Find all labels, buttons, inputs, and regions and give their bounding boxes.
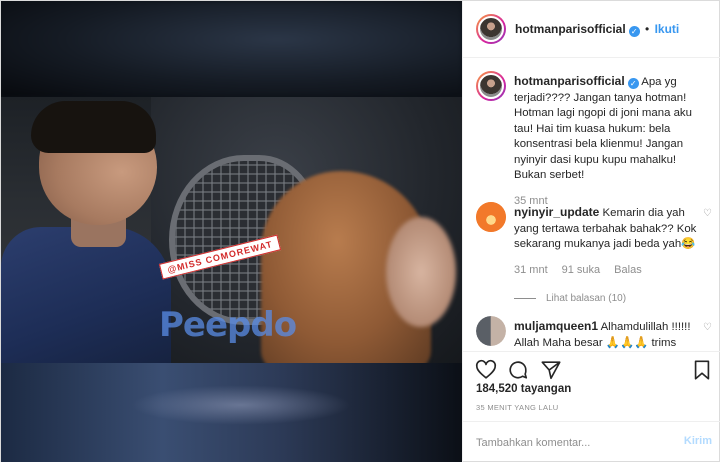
verified-badge-icon: ✓ — [627, 78, 639, 89]
person-left-body — [1, 227, 171, 363]
commenter-avatar[interactable] — [476, 202, 506, 232]
instagram-post-modal: @MISS COMOREWAT Peepdo hotmanparisoffici… — [0, 0, 720, 462]
media-blur-bottom — [1, 363, 462, 462]
reply-button[interactable]: Balas — [614, 264, 642, 276]
like-heart-icon[interactable] — [474, 358, 498, 382]
follow-button[interactable]: Ikuti — [655, 22, 680, 36]
view-replies-link[interactable]: Lihat balasan (10) — [514, 291, 704, 307]
bookmark-icon[interactable] — [690, 358, 714, 382]
caption-text: Apa yg terjadi???? Jangan tanya hotman! … — [514, 76, 692, 181]
comment-time[interactable]: 31 mnt — [514, 264, 548, 276]
video-watermark: Peepdo — [159, 305, 297, 345]
caption-username[interactable]: hotmanparisofficial — [514, 74, 625, 88]
video-frame[interactable]: @MISS COMOREWAT Peepdo — [1, 97, 462, 363]
media-blur-top — [1, 1, 462, 97]
add-comment-bar: Kirim — [463, 421, 720, 462]
commenter-avatar[interactable] — [476, 316, 506, 346]
post-side-panel: hotmanparisofficial ✓ • Ikuti hotmanparis… — [462, 1, 720, 462]
post-timestamp[interactable]: 35 MENIT YANG LALU — [476, 403, 559, 412]
comment-like-heart-icon[interactable]: ♡ — [703, 322, 712, 333]
send-comment-button[interactable]: Kirim — [684, 435, 712, 447]
comments-list[interactable]: hotmanparisofficial ✓ Apa yg terjadi???? … — [463, 59, 720, 349]
comment-like-heart-icon[interactable]: ♡ — [703, 208, 712, 219]
comment-bubble-icon[interactable] — [506, 358, 530, 382]
view-replies-label: Lihat balasan (10) — [546, 293, 627, 304]
post-header: hotmanparisofficial ✓ • Ikuti — [463, 1, 720, 58]
share-icon[interactable] — [539, 358, 563, 382]
caption-author-avatar[interactable] — [476, 71, 506, 101]
post-media[interactable]: @MISS COMOREWAT Peepdo — [1, 1, 462, 462]
author-username[interactable]: hotmanparisofficial — [515, 22, 626, 36]
comment-username[interactable]: nyinyir_update — [514, 205, 599, 219]
comment-username[interactable]: muljamqueen1 — [514, 319, 598, 333]
separator-dot: • — [645, 22, 650, 36]
verified-badge-icon: ✓ — [628, 26, 640, 37]
comment-likes[interactable]: 91 suka — [562, 264, 601, 276]
view-count[interactable]: 184,520 tayangan — [476, 383, 571, 395]
comment-input[interactable] — [476, 434, 666, 452]
author-avatar[interactable] — [476, 14, 506, 44]
